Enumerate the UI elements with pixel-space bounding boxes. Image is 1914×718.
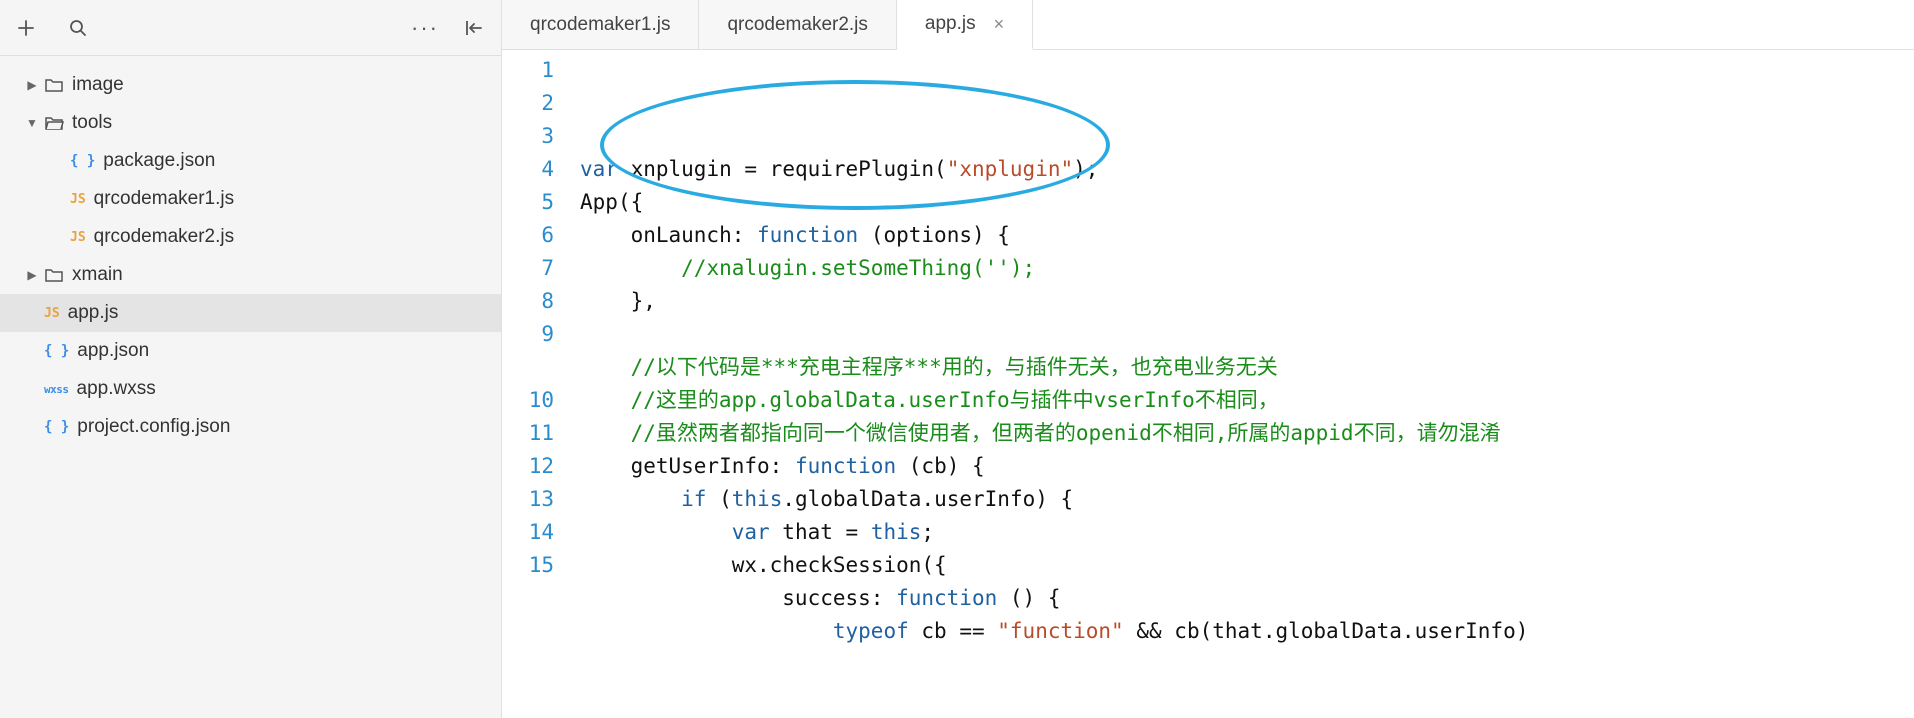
- code-line[interactable]: if (this.globalData.userInfo) {: [580, 483, 1914, 516]
- tree-item-label: qrcodemaker2.js: [94, 226, 234, 248]
- code-line[interactable]: //xnalugin.setSomeThing('');: [580, 252, 1914, 285]
- chevron-right-icon[interactable]: ▶: [24, 268, 40, 282]
- search-icon[interactable]: [68, 18, 88, 38]
- js-file-icon: JS: [70, 230, 86, 245]
- tree-item-label: app.js: [68, 302, 119, 324]
- tree-item-app-json[interactable]: { } app.json: [0, 332, 501, 370]
- code-line[interactable]: onLaunch: function (options) {: [580, 219, 1914, 252]
- folder-icon: [44, 265, 64, 285]
- more-icon[interactable]: ···: [411, 15, 439, 41]
- line-number: 3: [502, 120, 554, 153]
- tree-item-label: qrcodemaker1.js: [94, 188, 234, 210]
- line-number: 4: [502, 153, 554, 186]
- tree-item-tools[interactable]: ▼ tools: [0, 104, 501, 142]
- tree-item-app-js[interactable]: JS app.js: [0, 294, 501, 332]
- line-number: 2: [502, 87, 554, 120]
- collapse-sidebar-icon[interactable]: [463, 17, 485, 39]
- tree-item-xmain[interactable]: ▶ xmain: [0, 256, 501, 294]
- chevron-down-icon[interactable]: ▼: [24, 116, 40, 130]
- tab-qrcodemaker1-js[interactable]: qrcodemaker1.js: [502, 0, 699, 49]
- line-number: 11: [502, 417, 554, 450]
- tree-item-label: package.json: [103, 150, 215, 172]
- line-number: 8: [502, 285, 554, 318]
- line-number: 15: [502, 549, 554, 582]
- chevron-right-icon[interactable]: ▶: [24, 78, 40, 92]
- tree-item-label: tools: [72, 112, 112, 134]
- code-line[interactable]: //虽然两者都指向同一个微信使用者，但两者的openid不相同,所属的appid…: [580, 417, 1914, 450]
- tree-item-label: app.wxss: [77, 378, 156, 400]
- close-icon[interactable]: ×: [994, 14, 1005, 35]
- editor-tabs: qrcodemaker1.js qrcodemaker2.js app.js ×: [502, 0, 1914, 50]
- tree-item-qrcodemaker2-js[interactable]: JS qrcodemaker2.js: [0, 218, 501, 256]
- line-number: 7: [502, 252, 554, 285]
- json-file-icon: { }: [44, 343, 69, 359]
- code-line[interactable]: wx.checkSession({: [580, 549, 1914, 582]
- tab-qrcodemaker2-js[interactable]: qrcodemaker2.js: [699, 0, 896, 49]
- line-number: 13: [502, 483, 554, 516]
- json-file-icon: { }: [70, 153, 95, 169]
- tree-item-label: xmain: [72, 264, 123, 286]
- tree-item-image[interactable]: ▶ image: [0, 66, 501, 104]
- line-number: 12: [502, 450, 554, 483]
- tree-item-package-json[interactable]: { } package.json: [0, 142, 501, 180]
- line-number: 9: [502, 318, 554, 384]
- tree-item-label: image: [72, 74, 124, 96]
- tree-item-qrcodemaker1-js[interactable]: JS qrcodemaker1.js: [0, 180, 501, 218]
- js-file-icon: JS: [44, 306, 60, 321]
- tab-label: qrcodemaker2.js: [727, 14, 867, 36]
- code-editor[interactable]: 123456789101112131415 var xnplugin = req…: [502, 50, 1914, 718]
- line-number: 14: [502, 516, 554, 549]
- code-line[interactable]: getUserInfo: function (cb) {: [580, 450, 1914, 483]
- json-file-icon: { }: [44, 419, 69, 435]
- new-file-icon[interactable]: [16, 18, 36, 38]
- line-number: 1: [502, 54, 554, 87]
- line-number: 5: [502, 186, 554, 219]
- line-number: 6: [502, 219, 554, 252]
- folder-open-icon: [44, 113, 64, 133]
- code-line[interactable]: [580, 318, 1914, 351]
- js-file-icon: JS: [70, 192, 86, 207]
- tab-label: app.js: [925, 13, 976, 35]
- folder-icon: [44, 75, 64, 95]
- tree-item-label: app.json: [77, 340, 149, 362]
- tree-item-project-config-json[interactable]: { } project.config.json: [0, 408, 501, 446]
- code-line[interactable]: //这里的app.globalData.userInfo与插件中vserInfo…: [580, 384, 1914, 417]
- editor-main: qrcodemaker1.js qrcodemaker2.js app.js × 12…: [502, 0, 1914, 718]
- code-line[interactable]: //以下代码是***充电主程序***用的，与插件无关，也充电业务无关: [580, 351, 1914, 384]
- file-explorer-sidebar: ··· ▶ image ▼ tools { } package.json JS qrcodem…: [0, 0, 502, 718]
- tab-label: qrcodemaker1.js: [530, 14, 670, 36]
- code-line[interactable]: success: function () {: [580, 582, 1914, 615]
- wxss-file-icon: wxss: [44, 383, 69, 396]
- tree-item-label: project.config.json: [77, 416, 230, 438]
- code-line[interactable]: typeof cb == "function" && cb(that.globa…: [580, 615, 1914, 648]
- tab-app-js[interactable]: app.js ×: [897, 0, 1033, 50]
- code-line[interactable]: var that = this;: [580, 516, 1914, 549]
- sidebar-toolbar: ···: [0, 0, 501, 56]
- code-line[interactable]: },: [580, 285, 1914, 318]
- file-tree: ▶ image ▼ tools { } package.json JS qrcodemaker…: [0, 56, 501, 718]
- code-line[interactable]: var xnplugin = requirePlugin("xnplugin")…: [580, 153, 1914, 186]
- line-number: 10: [502, 384, 554, 417]
- code-line[interactable]: App({: [580, 186, 1914, 219]
- tree-item-app-wxss[interactable]: wxss app.wxss: [0, 370, 501, 408]
- code-content[interactable]: var xnplugin = requirePlugin("xnplugin")…: [580, 50, 1914, 718]
- line-gutter: 123456789101112131415: [502, 50, 580, 718]
